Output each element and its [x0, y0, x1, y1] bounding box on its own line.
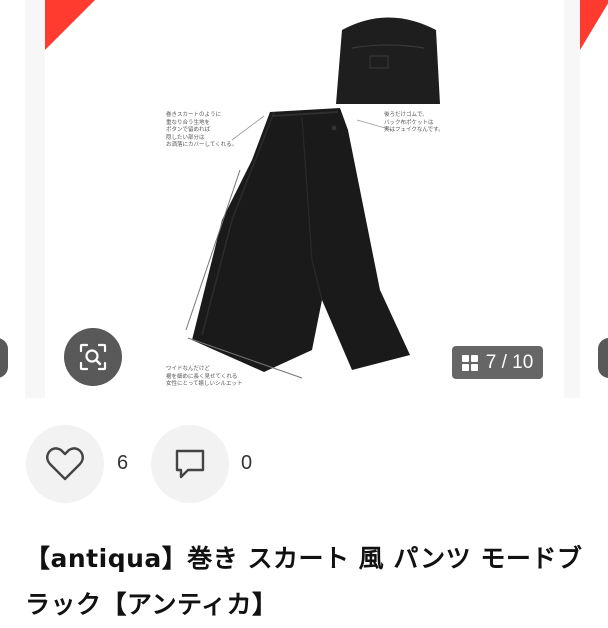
- counter-text: 7 / 10: [485, 351, 534, 373]
- comment-count: 0: [241, 452, 253, 474]
- feature-note-bottom: ワイドなんだけど 裾を細めに長く見せてくれる 女性にとって嬉しいシルエット: [166, 366, 243, 387]
- carousel-prev-prev-image[interactable]: [0, 0, 25, 398]
- feature-note-right: 後ろだけゴムで、 バック布ポケットは 実はフェイクなんです。: [384, 112, 444, 133]
- carousel-next-image[interactable]: [446, 0, 564, 398]
- sale-ribbon: [45, 0, 95, 50]
- grid-icon: [461, 354, 478, 371]
- product-image[interactable]: 巻きスカートのように 重なり合う生地を ボタンで留めれば 隠したい部分は お洒落…: [152, 0, 456, 398]
- product-title: 【antiqua】巻き スカート 風 パンツ モードブラック【アンティカ】: [25, 544, 583, 619]
- image-carousel[interactable]: 巻きスカートのように 重なり合う生地を ボタンで留めれば 隠したい部分は お洒落…: [0, 0, 608, 398]
- heart-icon: [46, 447, 84, 481]
- comment-button[interactable]: [151, 425, 229, 503]
- sale-ribbon: [580, 0, 608, 50]
- image-counter: 7 / 10: [452, 346, 543, 379]
- feature-note-left: 巻きスカートのように 重なり合う生地を ボタンで留めれば 隠したい部分は お洒落…: [166, 112, 238, 148]
- carousel-left-handle[interactable]: [0, 338, 8, 378]
- search-zoom-icon: [79, 343, 107, 371]
- comment-icon: [175, 449, 205, 479]
- like-button[interactable]: [26, 425, 104, 503]
- carousel-right-handle[interactable]: [598, 338, 608, 378]
- zoom-button[interactable]: [64, 328, 122, 386]
- pants-illustration: [185, 0, 440, 379]
- like-count: 6: [117, 452, 129, 474]
